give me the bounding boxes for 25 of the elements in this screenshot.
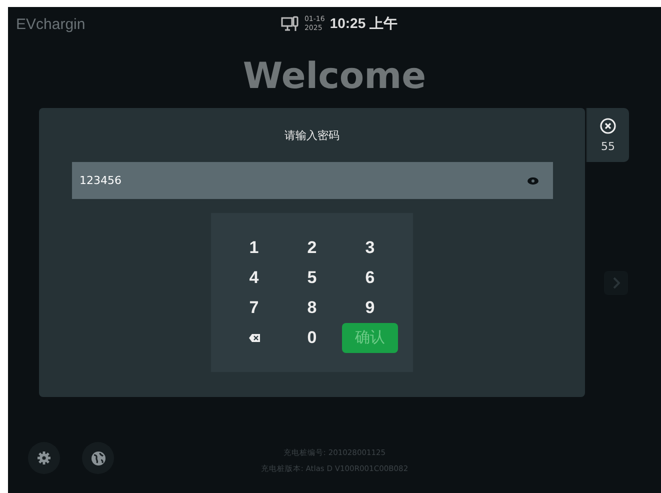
eye-icon[interactable] (526, 177, 538, 185)
language-button[interactable] (82, 442, 114, 474)
digit-key[interactable]: 4 (234, 264, 274, 292)
welcome-heading: Welcome (242, 57, 428, 97)
digit-key[interactable]: 3 (350, 234, 390, 262)
digit-key[interactable]: 7 (234, 294, 274, 322)
backspace-icon (248, 334, 260, 342)
password-field[interactable]: 123456 (72, 162, 552, 199)
digit-key[interactable]: 0 (292, 324, 332, 352)
digit-key[interactable]: 2 (292, 234, 332, 262)
globe-icon (90, 450, 106, 466)
digit-key[interactable]: 9 (350, 294, 390, 322)
chevron-right-icon (612, 277, 620, 289)
logo-text: EVchargin (16, 16, 86, 32)
digit-key[interactable]: 1 (234, 234, 274, 262)
close-icon[interactable] (600, 118, 616, 134)
dialog-title: 请输入密码 (284, 128, 340, 144)
time-text: 10:25 上午 (330, 15, 398, 33)
gear-icon (37, 451, 51, 465)
countdown-text: 55 (601, 140, 615, 152)
charger-icon (281, 16, 300, 32)
digit-key[interactable]: 8 (292, 294, 332, 322)
settings-button[interactable] (28, 442, 60, 474)
digit-key[interactable]: 6 (350, 264, 390, 292)
digit-key[interactable]: 5 (292, 264, 332, 292)
